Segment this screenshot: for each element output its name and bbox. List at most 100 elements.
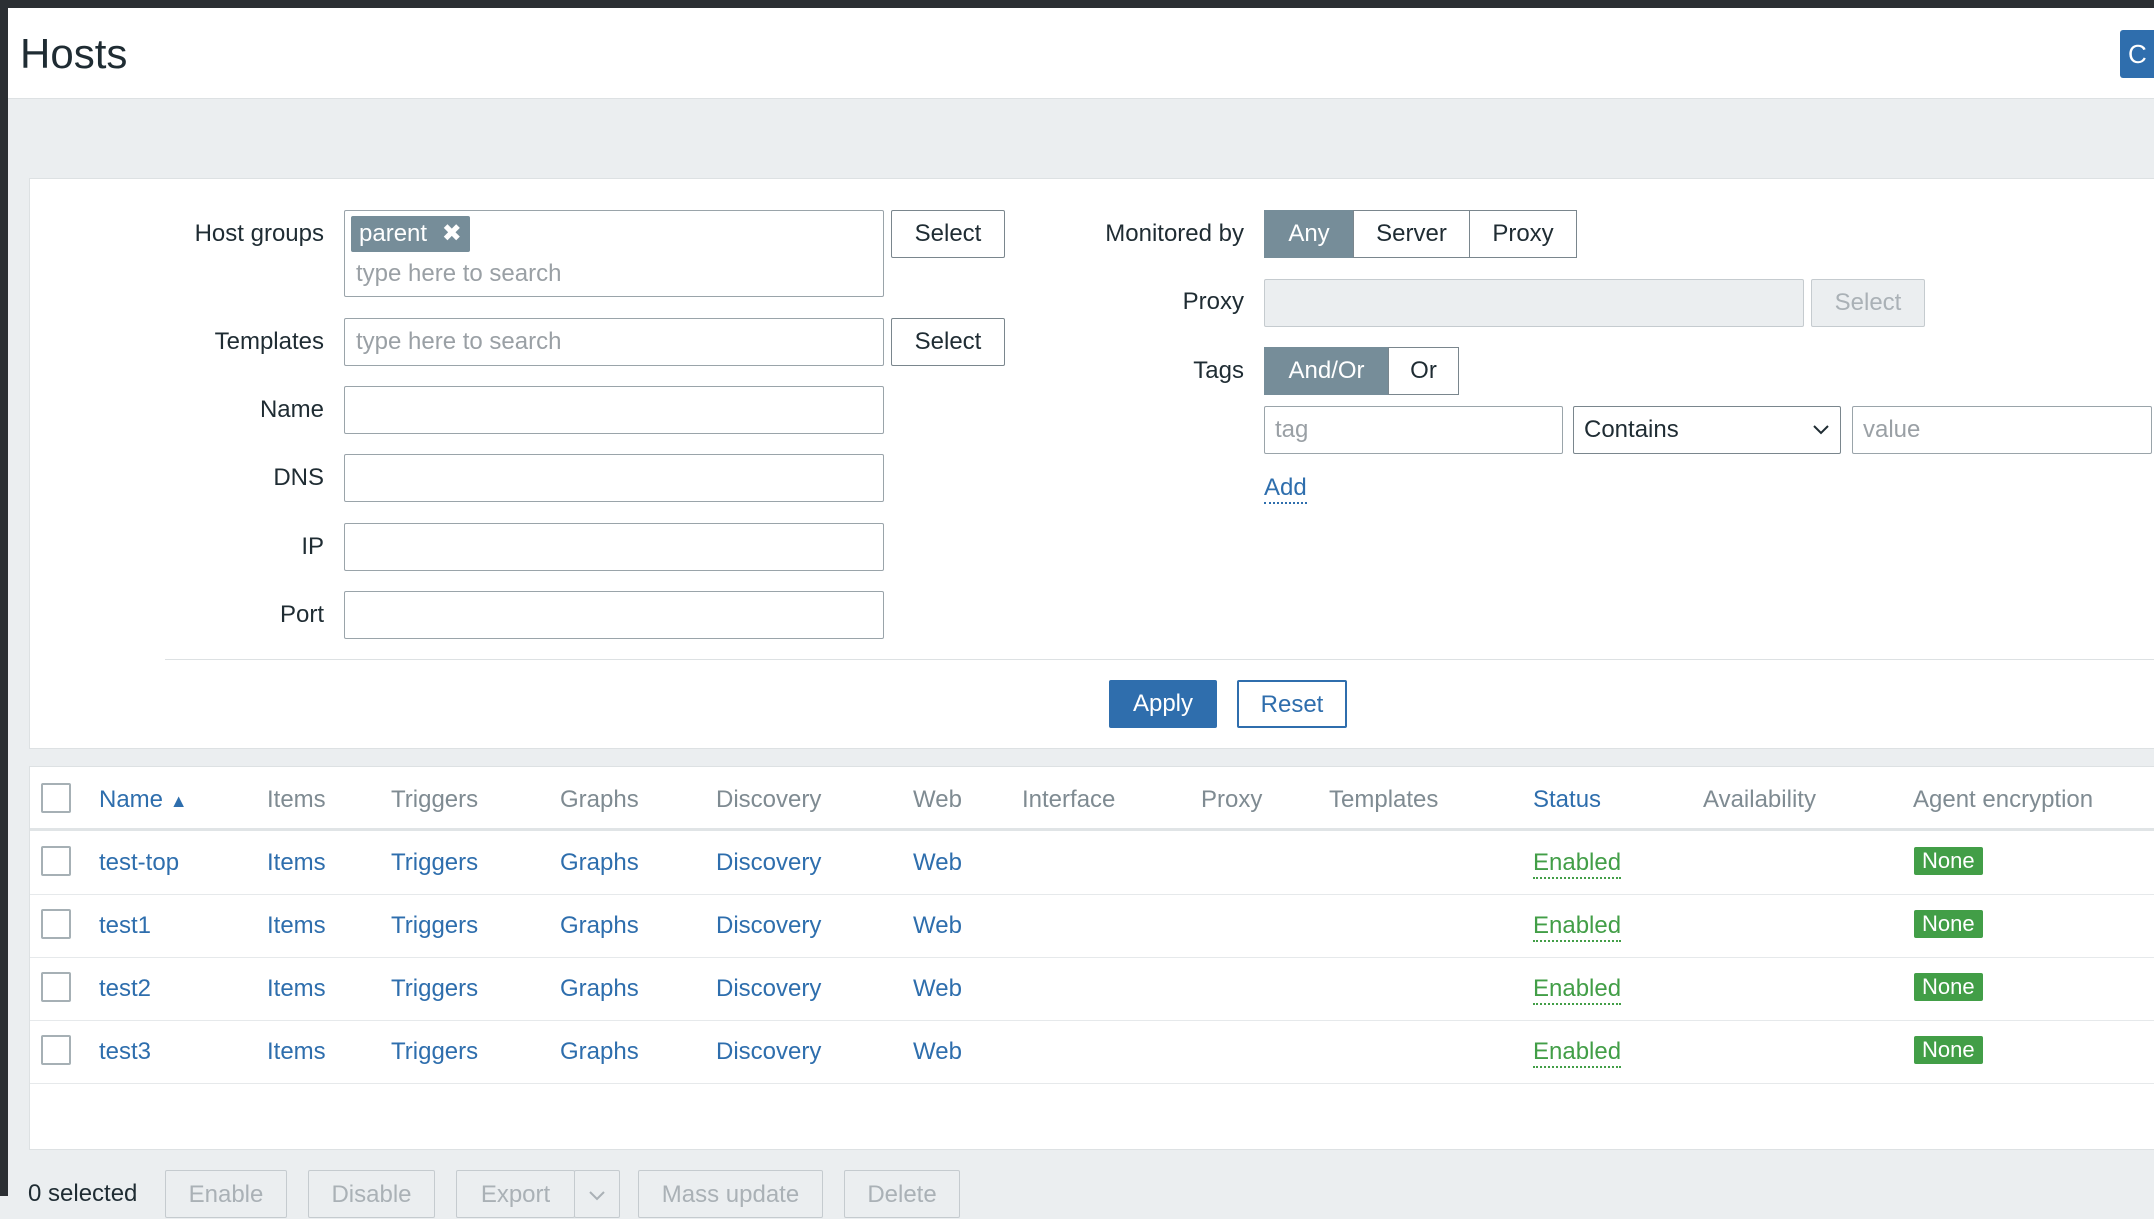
name-input[interactable]	[344, 386, 884, 434]
row-checkbox[interactable]	[41, 846, 71, 876]
delete-button: Delete	[844, 1170, 960, 1218]
templates-label: Templates	[214, 328, 324, 355]
row-checkbox[interactable]	[41, 909, 71, 939]
dns-label: DNS	[273, 464, 324, 491]
host-name-link[interactable]: test3	[99, 1038, 151, 1066]
encryption-badge: None	[1914, 910, 1983, 938]
row-divider	[30, 894, 2154, 895]
apply-button[interactable]: Apply	[1109, 680, 1217, 728]
tag-value-placeholder: value	[1863, 416, 1921, 443]
status-enabled-toggle[interactable]: Enabled	[1533, 975, 1622, 1005]
ip-label: IP	[301, 533, 324, 560]
column-header-templates: Templates	[1329, 786, 1439, 813]
triggers-link[interactable]: Triggers	[391, 849, 478, 877]
row-divider	[30, 957, 2154, 958]
page-title: Hosts	[20, 30, 128, 77]
column-header-triggers: Triggers	[391, 786, 479, 813]
column-header-name[interactable]: Name ▲	[99, 786, 188, 814]
column-header-status[interactable]: Status	[1533, 786, 1601, 814]
host-group-chip-label: parent	[359, 220, 428, 247]
row-checkbox[interactable]	[41, 1035, 71, 1065]
chevron-down-icon	[1813, 425, 1829, 435]
reset-button[interactable]: Reset	[1237, 680, 1347, 728]
row-checkbox[interactable]	[41, 972, 71, 1002]
graphs-link[interactable]: Graphs	[560, 912, 639, 940]
column-header-web: Web	[913, 786, 962, 813]
tag-operator-value: Contains	[1584, 416, 1679, 443]
monitored-by-server[interactable]: Server	[1353, 210, 1470, 258]
monitored-by-label: Monitored by	[1105, 220, 1244, 247]
monitored-by-any[interactable]: Any	[1264, 210, 1354, 258]
discovery-link[interactable]: Discovery	[716, 912, 821, 940]
sort-ascending-icon: ▲	[169, 791, 188, 811]
status-enabled-toggle[interactable]: Enabled	[1533, 849, 1622, 879]
tags-andor-option[interactable]: And/Or	[1264, 347, 1389, 395]
host-group-chip: parent ✖	[351, 216, 470, 252]
proxy-label: Proxy	[1182, 288, 1244, 315]
status-enabled-toggle[interactable]: Enabled	[1533, 1038, 1622, 1068]
column-header-name-label: Name	[99, 786, 164, 813]
graphs-link[interactable]: Graphs	[560, 849, 639, 877]
filter-divider	[165, 659, 2154, 660]
proxy-select-button: Select	[1811, 279, 1925, 327]
status-enabled-toggle[interactable]: Enabled	[1533, 912, 1622, 942]
discovery-link[interactable]: Discovery	[716, 975, 821, 1003]
export-dropdown-button	[574, 1170, 620, 1218]
tags-label: Tags	[1193, 357, 1244, 384]
monitored-by-proxy[interactable]: Proxy	[1469, 210, 1577, 258]
sidebar-edge	[0, 8, 8, 1196]
host-name-link[interactable]: test-top	[99, 849, 179, 877]
items-link[interactable]: Items	[267, 975, 326, 1003]
hosts-list-panel	[29, 766, 2154, 1150]
graphs-link[interactable]: Graphs	[560, 1038, 639, 1066]
selected-count: 0 selected	[28, 1180, 138, 1207]
tag-input[interactable]	[1264, 406, 1563, 454]
web-link[interactable]: Web	[913, 912, 962, 940]
host-groups-placeholder: type here to search	[356, 260, 562, 287]
chevron-down-icon	[589, 1191, 605, 1201]
remove-chip-icon[interactable]: ✖	[442, 220, 462, 247]
export-button: Export	[456, 1170, 575, 1218]
web-link[interactable]: Web	[913, 849, 962, 877]
items-link[interactable]: Items	[267, 849, 326, 877]
web-link[interactable]: Web	[913, 1038, 962, 1066]
encryption-badge: None	[1914, 847, 1983, 875]
create-host-button[interactable]: C	[2120, 30, 2154, 78]
page-header	[8, 8, 2154, 99]
triggers-link[interactable]: Triggers	[391, 912, 478, 940]
dns-input[interactable]	[344, 454, 884, 502]
column-header-discovery: Discovery	[716, 786, 822, 813]
port-label: Port	[279, 601, 324, 628]
port-input[interactable]	[344, 591, 884, 639]
row-divider	[30, 1083, 2154, 1084]
encryption-badge: None	[1914, 1036, 1983, 1064]
ip-input[interactable]	[344, 523, 884, 571]
host-groups-label: Host groups	[194, 220, 324, 247]
discovery-link[interactable]: Discovery	[716, 849, 821, 877]
column-header-proxy: Proxy	[1201, 786, 1263, 813]
triggers-link[interactable]: Triggers	[391, 975, 478, 1003]
discovery-link[interactable]: Discovery	[716, 1038, 821, 1066]
column-header-graphs: Graphs	[560, 786, 639, 813]
items-link[interactable]: Items	[267, 912, 326, 940]
templates-placeholder: type here to search	[356, 328, 562, 355]
tags-or-option[interactable]: Or	[1388, 347, 1459, 395]
items-link[interactable]: Items	[267, 1038, 326, 1066]
column-header-items: Items	[267, 786, 326, 813]
column-header-agent-encryption: Agent encryption	[1913, 786, 2094, 813]
encryption-badge: None	[1914, 973, 1983, 1001]
add-tag-link[interactable]: Add	[1264, 474, 1307, 504]
proxy-input	[1264, 279, 1804, 327]
row-divider	[30, 1020, 2154, 1021]
triggers-link[interactable]: Triggers	[391, 1038, 478, 1066]
select-all-checkbox[interactable]	[41, 783, 71, 813]
graphs-link[interactable]: Graphs	[560, 975, 639, 1003]
disable-button: Disable	[308, 1170, 435, 1218]
tag-placeholder: tag	[1275, 416, 1309, 443]
enable-button: Enable	[165, 1170, 287, 1218]
web-link[interactable]: Web	[913, 975, 962, 1003]
host-name-link[interactable]: test2	[99, 975, 151, 1003]
host-name-link[interactable]: test1	[99, 912, 151, 940]
table-header-divider	[30, 828, 2154, 831]
mass-update-button: Mass update	[638, 1170, 823, 1218]
